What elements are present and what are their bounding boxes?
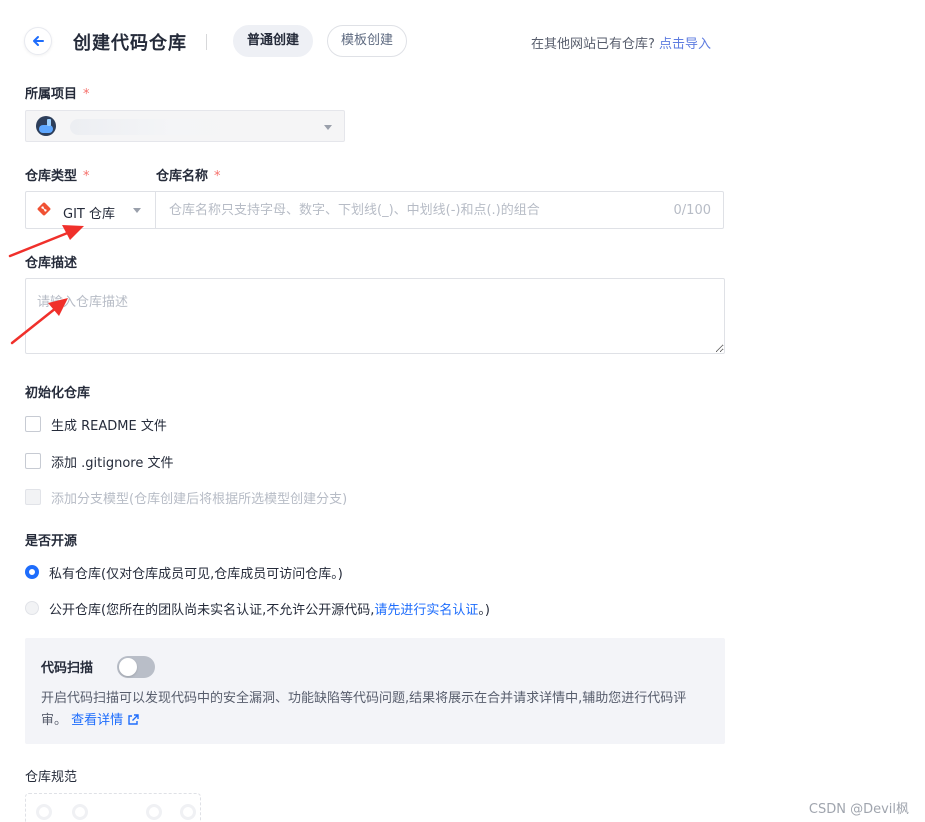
repo-standards-card[interactable] <box>25 793 201 822</box>
radio-private[interactable]: 私有仓库(仅对仓库成员可见,仓库成员可访问仓库。) <box>25 563 343 582</box>
import-hint-text: 在其他网站已有仓库? <box>531 37 655 52</box>
open-source-label: 是否开源 <box>25 534 78 549</box>
required-mark: * <box>83 87 90 102</box>
repo-type-name-group: GIT 仓库 0/100 <box>25 191 724 229</box>
placeholder-decor <box>146 804 162 820</box>
repo-standards-label: 仓库规范 <box>25 770 78 785</box>
tab-template-create[interactable]: 模板创建 <box>327 25 408 57</box>
page-header: 创建代码仓库 普通创建 模板创建 在其他网站已有仓库? 点击导入 <box>0 0 760 80</box>
project-avatar <box>36 116 56 136</box>
arrow-left-icon <box>33 36 44 46</box>
init-option-branch-model: 添加分支模型(仓库创建后将根据所选模型创建分支) <box>25 488 348 507</box>
init-option-gitignore[interactable]: 添加 .gitignore 文件 <box>25 452 174 471</box>
public-radio <box>25 601 39 615</box>
repo-type-label-text: 仓库类型 <box>25 169 78 184</box>
repo-name-char-count: 0/100 <box>673 203 711 218</box>
external-link-icon <box>128 714 139 725</box>
placeholder-decor <box>36 804 52 820</box>
import-link[interactable]: 点击导入 <box>659 37 711 52</box>
readme-checkbox[interactable] <box>25 416 41 432</box>
realname-auth-link[interactable]: 请先进行实名认证 <box>374 603 478 618</box>
tab-normal-create[interactable]: 普通创建 <box>233 25 314 57</box>
project-name-redacted <box>70 119 240 135</box>
repo-name-label-text: 仓库名称 <box>156 169 209 184</box>
code-scan-panel: 代码扫描 开启代码扫描可以发现代码中的安全漏洞、功能缺陷等代码问题,结果将展示在… <box>25 638 725 744</box>
project-label: 所属项目 * <box>25 83 90 102</box>
git-icon <box>37 202 51 216</box>
public-radio-label: 公开仓库(您所在的团队尚未实名认证,不允许公开源代码,请先进行实名认证。) <box>49 599 490 618</box>
description-label: 仓库描述 <box>25 256 78 271</box>
project-select[interactable] <box>25 110 345 142</box>
view-details-link[interactable]: 查看详情 <box>71 713 139 728</box>
radio-public: 公开仓库(您所在的团队尚未实名认证,不允许公开源代码,请先进行实名认证。) <box>25 599 490 618</box>
branch-model-checkbox <box>25 489 41 505</box>
view-details-link-text: 查看详情 <box>71 713 124 728</box>
branch-model-checkbox-label: 添加分支模型(仓库创建后将根据所选模型创建分支) <box>51 491 348 507</box>
repo-type-label: 仓库类型 * <box>25 165 90 184</box>
toggle-knob <box>119 658 137 676</box>
import-hint: 在其他网站已有仓库? 点击导入 <box>531 33 711 52</box>
readme-checkbox-label: 生成 README 文件 <box>51 418 167 434</box>
private-radio[interactable] <box>25 565 39 579</box>
chevron-down-icon <box>133 208 141 213</box>
page-title: 创建代码仓库 <box>73 33 187 54</box>
back-button[interactable] <box>24 27 52 55</box>
public-radio-label-suffix: 。) <box>478 602 490 618</box>
placeholder-decor <box>72 804 88 820</box>
required-mark: * <box>214 169 221 184</box>
project-label-text: 所属项目 <box>25 87 78 102</box>
gitignore-checkbox[interactable] <box>25 453 41 469</box>
gitignore-checkbox-label: 添加 .gitignore 文件 <box>51 455 174 471</box>
description-textarea[interactable] <box>25 278 725 354</box>
code-scan-description: 开启代码扫描可以发现代码中的安全漏洞、功能缺陷等代码问题,结果将展示在合并请求详… <box>41 688 711 732</box>
code-scan-toggle[interactable] <box>117 656 155 678</box>
placeholder-decor <box>180 804 196 820</box>
code-scan-title: 代码扫描 <box>41 661 94 676</box>
repo-name-label: 仓库名称 * <box>156 165 221 184</box>
init-repo-label: 初始化仓库 <box>25 386 91 401</box>
title-divider <box>206 34 207 50</box>
chevron-down-icon <box>324 125 332 130</box>
repo-name-input[interactable] <box>157 192 723 228</box>
public-radio-label-prefix: 公开仓库(您所在的团队尚未实名认证,不允许公开源代码, <box>49 602 375 618</box>
csdn-watermark: CSDN @Devil枫 <box>808 802 909 817</box>
repo-type-value: GIT 仓库 <box>63 207 115 222</box>
init-option-readme[interactable]: 生成 README 文件 <box>25 415 167 434</box>
required-mark: * <box>83 169 90 184</box>
private-radio-label: 私有仓库(仅对仓库成员可见,仓库成员可访问仓库。) <box>49 566 343 582</box>
repo-type-select[interactable]: GIT 仓库 <box>26 192 156 228</box>
